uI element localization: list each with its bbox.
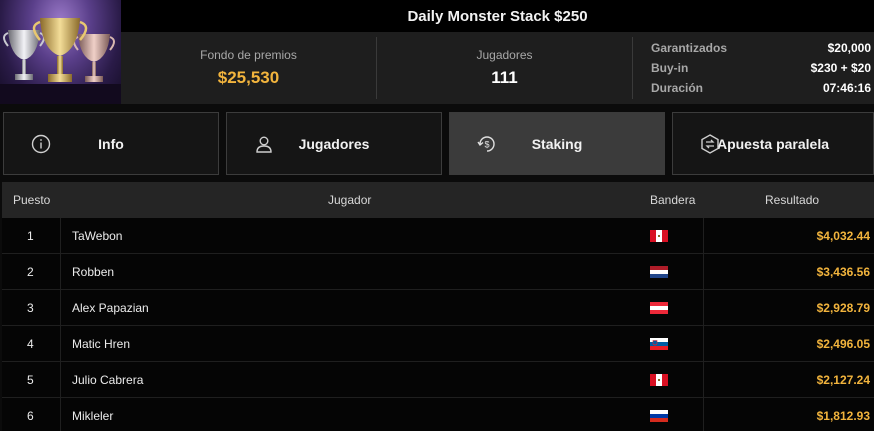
row-position: 2 <box>27 264 34 279</box>
peru-flag-icon <box>650 373 668 386</box>
svg-text:$: $ <box>484 140 489 150</box>
row-flag <box>650 218 668 253</box>
table-row[interactable]: 1 TaWebon $4,032.44 <box>2 218 874 254</box>
slovenia-flag-icon <box>650 337 668 350</box>
tournament-title: Daily Monster Stack $250 <box>407 7 588 25</box>
user-icon <box>256 136 272 153</box>
row-result: $3,436.56 <box>816 264 870 279</box>
players-count: Jugadores 111 <box>377 32 632 104</box>
row-result: $2,496.05 <box>816 336 870 351</box>
detail-label: Duración <box>651 81 704 95</box>
row-result: $4,032.44 <box>816 228 870 243</box>
row-result: $1,812.93 <box>816 408 870 423</box>
tournament-header: Daily Monster Stack $250 Fondo de premio… <box>0 0 874 104</box>
table-row[interactable]: 5 Julio Cabrera $2,127.24 <box>2 362 874 398</box>
detail-duration: Duración 07:46:16 <box>651 78 871 98</box>
prize-pool: Fondo de premios $25,530 <box>121 32 376 104</box>
detail-label: Garantizados <box>651 41 728 55</box>
dollar-cycle-icon: $ <box>477 136 495 152</box>
row-result: $2,127.24 <box>816 372 870 387</box>
detail-value: $20,000 <box>827 41 871 55</box>
table-row[interactable]: 3 Alex Papazian $2,928.79 <box>2 290 874 326</box>
row-player: Julio Cabrera <box>72 372 144 387</box>
side-bet-icon <box>701 134 719 154</box>
table-row[interactable]: 6 Mikleler $1,812.93 <box>2 398 874 431</box>
row-flag <box>650 290 668 325</box>
row-flag <box>650 254 668 289</box>
table-row[interactable]: 2 Robben $3,436.56 <box>2 254 874 290</box>
austria-flag-icon <box>650 301 668 314</box>
divider <box>632 37 633 99</box>
peru-flag-icon <box>650 229 668 242</box>
title-bar: Daily Monster Stack $250 <box>121 0 874 32</box>
row-player: Alex Papazian <box>72 300 149 315</box>
russia-flag-icon <box>650 409 668 422</box>
tournament-details: Garantizados $20,000 Buy-in $230 + $20 D… <box>651 38 871 98</box>
row-position: 3 <box>27 300 34 315</box>
trophy-thumbnail <box>0 0 121 104</box>
tab-staking[interactable]: $ Staking <box>449 112 665 175</box>
column-result: Resultado <box>765 193 820 207</box>
detail-label: Buy-in <box>651 61 689 75</box>
row-position: 4 <box>27 336 34 351</box>
prize-pool-value: $25,530 <box>217 68 280 87</box>
row-position: 5 <box>27 372 34 387</box>
row-result: $2,928.79 <box>816 300 870 315</box>
prize-pool-label: Fondo de premios <box>200 48 297 62</box>
detail-value: 07:46:16 <box>822 81 871 95</box>
row-flag <box>650 326 668 361</box>
netherlands-flag-icon <box>650 265 668 278</box>
row-position: 1 <box>27 228 34 243</box>
detail-value: $230 + $20 <box>810 61 871 75</box>
row-player: Robben <box>72 264 115 279</box>
tab-players[interactable]: Jugadores <box>226 112 442 175</box>
row-player: Matic Hren <box>72 336 131 351</box>
trophies-image <box>0 18 121 104</box>
column-player: Jugador <box>328 193 372 207</box>
players-label: Jugadores <box>476 48 533 62</box>
results-table: 1 TaWebon $4,032.44 2 Robben $3,436.56 3… <box>2 218 874 431</box>
column-position: Puesto <box>13 193 51 207</box>
row-player: TaWebon <box>72 228 123 243</box>
row-player: Mikleler <box>72 408 114 423</box>
detail-guaranteed: Garantizados $20,000 <box>651 38 871 58</box>
players-value: 111 <box>491 68 518 87</box>
info-icon <box>31 134 51 154</box>
row-flag <box>650 362 668 397</box>
column-flag: Bandera <box>650 193 696 207</box>
row-flag <box>650 398 668 431</box>
table-row[interactable]: 4 Matic Hren $2,496.05 <box>2 326 874 362</box>
results-table-header: Puesto Jugador Bandera Resultado <box>2 182 874 218</box>
detail-buyin: Buy-in $230 + $20 <box>651 58 871 78</box>
tab-side-bet[interactable]: Apuesta paralela <box>672 112 874 175</box>
tab-info[interactable]: Info <box>3 112 219 175</box>
tournament-info: Fondo de premios $25,530 Jugadores 111 G… <box>121 32 874 104</box>
row-position: 6 <box>27 408 34 423</box>
